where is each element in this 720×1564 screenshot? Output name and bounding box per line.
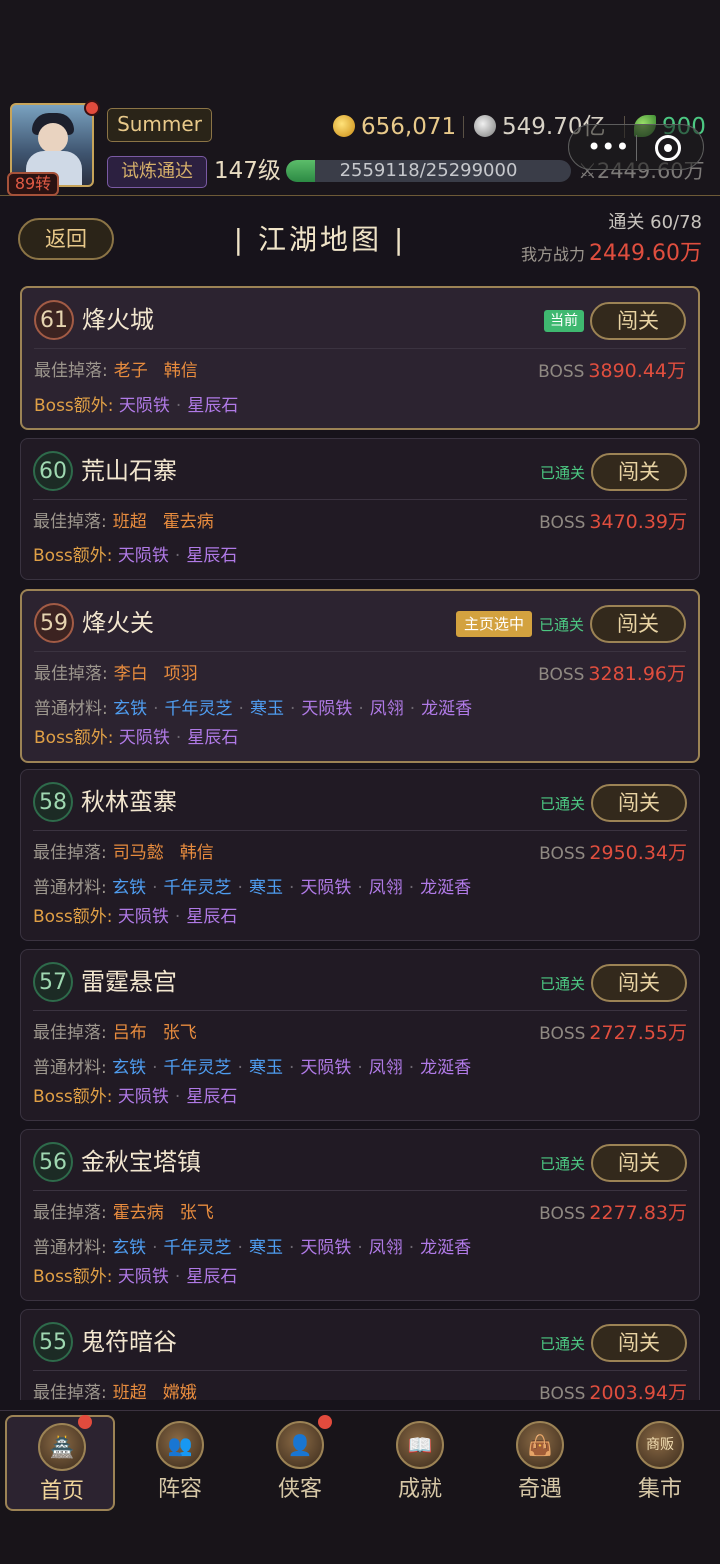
stage-number: 56 — [33, 1142, 73, 1182]
boss-power: BOSS 2003.94万 — [539, 1382, 687, 1400]
boss-power: BOSS 3470.39万 — [539, 511, 687, 533]
hero-icon: 👤 — [276, 1421, 324, 1469]
best-drop-row: 最佳掉落: 李白 项羽 — [34, 664, 198, 684]
stage-name: 金秋宝塔镇 — [81, 1148, 201, 1176]
stage-name: 鬼符暗谷 — [81, 1328, 177, 1356]
stage-card[interactable]: 59 烽火关 主页选中 已通关 闯关 最佳掉落: 李白 项羽 BOSS 3281.96… — [20, 589, 700, 763]
stage-card[interactable]: 55 鬼符暗谷 已通关 闯关 最佳掉落: 班超 嫦娥 BOSS 2003.94万 — [20, 1309, 700, 1400]
home-icon: 🏯 — [38, 1423, 86, 1471]
fight-button[interactable]: 闯关 — [590, 605, 686, 643]
boss-extra-row: Boss额外: 天陨铁 · 星辰石 — [33, 1267, 238, 1287]
nav-team[interactable]: 👥 阵容 — [125, 1415, 235, 1511]
fight-button[interactable]: 闯关 — [591, 453, 687, 491]
cleared-tag: 已通关 — [539, 795, 585, 813]
best-drop-row: 最佳掉落: 霍去病 张飞 — [33, 1203, 214, 1223]
app-root: 89转 Summer 试炼通达 147级 2559118/25299000 65… — [0, 0, 720, 1564]
top-bar: 89转 Summer 试炼通达 147级 2559118/25299000 65… — [0, 0, 720, 196]
stage-number: 59 — [34, 603, 74, 643]
boss-extra-row: Boss额外: 天陨铁 · 星辰石 — [33, 546, 238, 566]
xp-text: 2559118/25299000 — [339, 160, 518, 181]
stage-name: 秋林蛮寨 — [81, 788, 177, 816]
stage-number: 58 — [33, 782, 73, 822]
stage-number: 55 — [33, 1322, 73, 1362]
market-icon: 商贩 — [636, 1421, 684, 1469]
best-drop-row: 最佳掉落: 班超 嫦娥 — [33, 1383, 197, 1400]
back-button[interactable]: 返回 — [18, 218, 114, 260]
gold-ingot-icon — [333, 115, 355, 137]
cleared-tag: 已通关 — [538, 616, 584, 634]
nav-home[interactable]: 🏯 首页 — [5, 1415, 115, 1511]
cleared-tag: 已通关 — [539, 464, 585, 482]
cleared-tag: 已通关 — [539, 975, 585, 993]
more-icon[interactable]: ••• — [587, 133, 629, 161]
close-target-icon[interactable] — [655, 135, 681, 161]
stage-card[interactable]: 60 荒山石寨 已通关 闯关 最佳掉落: 班超 霍去病 BOSS 3470.39万 B… — [20, 438, 700, 580]
boss-extra-row: Boss额外: 天陨铁 · 星辰石 — [34, 396, 239, 416]
page-title: | 江湖地图 | — [233, 223, 407, 256]
fight-button[interactable]: 闯关 — [591, 1144, 687, 1182]
mini-program-capsule: ••• — [568, 124, 704, 170]
nav-market[interactable]: 商贩 集市 — [605, 1415, 715, 1511]
boss-power: BOSS 2727.55万 — [539, 1022, 687, 1044]
boss-power: BOSS 3890.44万 — [538, 360, 686, 382]
fight-button[interactable]: 闯关 — [591, 964, 687, 1002]
coin-icon — [474, 115, 496, 137]
stage-name: 雷霆悬宫 — [81, 968, 177, 996]
material-row: 普通材料: 玄铁 · 千年灵芝 · 寒玉 · 天陨铁 · 凤翎 · 龙涎香 — [34, 699, 473, 719]
bottom-nav: 🏯 首页 👥 阵容 👤 侠客 📖 成就 👜 奇遇 商贩 集市 — [0, 1410, 720, 1564]
boss-extra-row: Boss额外: 天陨铁 · 星辰石 — [33, 1087, 238, 1107]
title-badge[interactable]: 试炼通达 — [107, 156, 207, 188]
gold-counter: 656,071 — [333, 112, 456, 142]
username[interactable]: Summer — [107, 108, 212, 142]
fight-button[interactable]: 闯关 — [590, 302, 686, 340]
book-icon: 📖 — [396, 1421, 444, 1469]
material-row: 普通材料: 玄铁 · 千年灵芝 · 寒玉 · 天陨铁 · 凤翎 · 龙涎香 — [33, 1238, 472, 1258]
notification-dot — [84, 100, 100, 116]
nav-achievement[interactable]: 📖 成就 — [365, 1415, 475, 1511]
stage-name: 烽火关 — [82, 609, 154, 637]
boss-power: BOSS 2950.34万 — [539, 842, 687, 864]
best-drop-row: 最佳掉落: 司马懿 韩信 — [33, 843, 214, 863]
stage-number: 61 — [34, 300, 74, 340]
team-icon: 👥 — [156, 1421, 204, 1469]
stage-card[interactable]: 61 烽火城 当前 闯关 最佳掉落: 老子 韩信 BOSS 3890.44万 Boss… — [20, 286, 700, 430]
my-power: 我方战力 2449.60万 — [521, 241, 702, 266]
notification-dot — [78, 1415, 92, 1429]
cleared-progress: 通关 60/78 — [608, 212, 702, 233]
reborn-badge: 89转 — [7, 172, 59, 196]
boss-extra-row: Boss额外: 天陨铁 · 星辰石 — [34, 728, 239, 748]
stage-card[interactable]: 56 金秋宝塔镇 已通关 闯关 最佳掉落: 霍去病 张飞 BOSS 2277.83万 … — [20, 1129, 700, 1301]
nav-adventure[interactable]: 👜 奇遇 — [485, 1415, 595, 1511]
cleared-tag: 已通关 — [539, 1155, 585, 1173]
home-selected-tag: 主页选中 — [455, 611, 532, 637]
nav-hero[interactable]: 👤 侠客 — [245, 1415, 355, 1511]
fight-button[interactable]: 闯关 — [591, 1324, 687, 1362]
stage-name: 烽火城 — [82, 306, 154, 334]
material-row: 普通材料: 玄铁 · 千年灵芝 · 寒玉 · 天陨铁 · 凤翎 · 龙涎香 — [33, 878, 472, 898]
stage-number: 57 — [33, 962, 73, 1002]
boss-power: BOSS 3281.96万 — [538, 663, 686, 685]
best-drop-row: 最佳掉落: 班超 霍去病 — [33, 512, 214, 532]
best-drop-row: 最佳掉落: 老子 韩信 — [34, 361, 198, 381]
xp-bar: 2559118/25299000 — [286, 160, 571, 182]
stage-list[interactable]: 61 烽火城 当前 闯关 最佳掉落: 老子 韩信 BOSS 3890.44万 Boss… — [0, 280, 720, 1400]
notification-dot — [318, 1415, 332, 1429]
boss-power: BOSS 2277.83万 — [539, 1202, 687, 1224]
stage-card[interactable]: 57 雷霆悬宫 已通关 闯关 最佳掉落: 吕布 张飞 BOSS 2727.55万 普通… — [20, 949, 700, 1121]
player-level: 147级 — [214, 158, 281, 184]
stage-number: 60 — [33, 451, 73, 491]
fight-button[interactable]: 闯关 — [591, 784, 687, 822]
stage-card[interactable]: 58 秋林蛮寨 已通关 闯关 最佳掉落: 司马懿 韩信 BOSS 2950.34万 普… — [20, 769, 700, 941]
stage-name: 荒山石寨 — [81, 457, 177, 485]
best-drop-row: 最佳掉落: 吕布 张飞 — [33, 1023, 197, 1043]
boss-extra-row: Boss额外: 天陨铁 · 星辰石 — [33, 907, 238, 927]
material-row: 普通材料: 玄铁 · 千年灵芝 · 寒玉 · 天陨铁 · 凤翎 · 龙涎香 — [33, 1058, 472, 1078]
bag-icon: 👜 — [516, 1421, 564, 1469]
cleared-tag: 已通关 — [539, 1335, 585, 1353]
current-tag: 当前 — [544, 310, 584, 332]
